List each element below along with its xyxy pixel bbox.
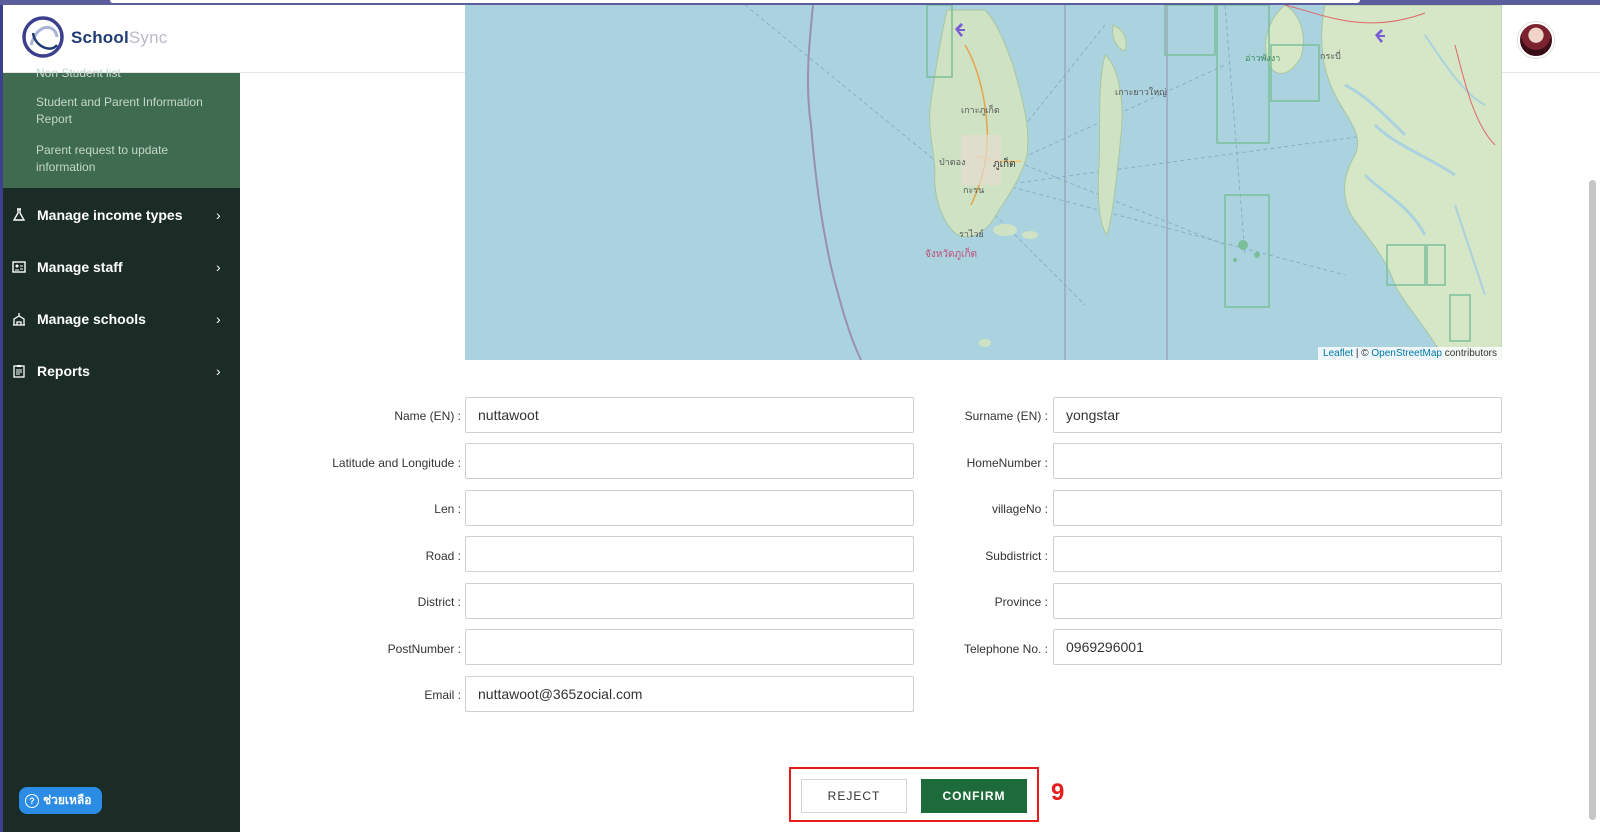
id-card-icon xyxy=(11,259,27,275)
district-label: District : xyxy=(417,595,461,609)
map-label: ราไวย์ xyxy=(959,229,984,239)
help-label: ช่วยเหลือ xyxy=(43,793,92,807)
surname-en-field[interactable]: yongstar xyxy=(1053,397,1502,433)
chevron-right-icon: › xyxy=(216,207,221,223)
subdistrict-label: Subdistrict : xyxy=(985,549,1048,563)
surname-en-label: Surname (EN) : xyxy=(964,409,1048,423)
map-label: เกาะยาวใหญ่ xyxy=(1115,87,1167,97)
reports-submenu: Non Student list Student and Parent Info… xyxy=(3,66,240,188)
map-label: ภูเก็ต xyxy=(993,159,1016,170)
len-label: Len : xyxy=(434,502,461,516)
flask-icon xyxy=(11,207,27,223)
schoolsync-logo-icon[interactable] xyxy=(21,15,65,59)
attribution-separator: | © xyxy=(1355,348,1369,359)
user-avatar[interactable] xyxy=(1518,22,1554,58)
sidebar-item-label: Manage schools xyxy=(37,311,146,327)
telephone-label: Telephone No. : xyxy=(963,642,1048,656)
map-label: กระบี่ xyxy=(1320,51,1341,61)
map-label: อ่าวพังงา xyxy=(1245,53,1281,63)
postnumber-field[interactable] xyxy=(465,629,914,665)
map-attribution: Leaflet | © OpenStreetMap contributors xyxy=(1318,347,1502,360)
homenumber-field[interactable] xyxy=(1053,443,1502,479)
lat-long-field[interactable] xyxy=(465,443,914,479)
brand-name: SchoolSync xyxy=(71,28,167,48)
map-label: ป่าตอง xyxy=(939,157,966,167)
chevron-right-icon: › xyxy=(216,363,221,379)
homenumber-label: HomeNumber : xyxy=(966,456,1048,470)
sidebar-item-reports[interactable]: Reports › xyxy=(3,345,240,397)
district-field[interactable] xyxy=(465,583,914,619)
map-label: เกาะภูเก็ต xyxy=(961,105,1000,115)
road-field[interactable] xyxy=(465,536,914,572)
email-field[interactable]: nuttawoot@365zocial.com xyxy=(465,676,914,712)
sidebar: Non Student list Student and Parent Info… xyxy=(3,66,240,832)
reject-button[interactable]: REJECT xyxy=(801,779,907,813)
clipboard-icon xyxy=(11,363,27,379)
location-map[interactable]: เกาะภูเก็ต ภูเก็ต จังหวัดภูเก็ต ราไวย์ ป… xyxy=(465,5,1502,360)
submenu-item-non-student-list[interactable]: Non Student list xyxy=(36,65,221,79)
map-label: กะรน xyxy=(963,185,985,195)
name-en-label: Name (EN) : xyxy=(394,409,461,423)
submenu-item-parent-update-request[interactable]: Parent request to update information xyxy=(36,142,221,176)
province-label: Province : xyxy=(994,595,1048,609)
postnumber-label: PostNumber : xyxy=(387,642,461,656)
telephone-field[interactable]: 0969296001 xyxy=(1053,629,1502,665)
sidebar-item-label: Manage staff xyxy=(37,259,123,275)
step-number-annotation: 9 xyxy=(1051,779,1065,806)
villageno-label: villageNo : xyxy=(991,502,1048,516)
map-label: จังหวัดภูเก็ต xyxy=(925,249,978,260)
page-scrollbar[interactable] xyxy=(1589,180,1596,820)
chevron-right-icon: › xyxy=(216,311,221,327)
email-label: Email : xyxy=(424,688,461,702)
sidebar-item-manage-staff[interactable]: Manage staff › xyxy=(3,241,240,293)
attribution-tail: contributors xyxy=(1444,348,1497,359)
chevron-right-icon: › xyxy=(216,259,221,275)
help-button[interactable]: ? ช่วยเหลือ xyxy=(19,787,102,814)
lat-long-label: Latitude and Longitude : xyxy=(332,456,461,470)
sidebar-item-manage-income-types[interactable]: Manage income types › xyxy=(3,189,240,241)
sidebar-item-label: Manage income types xyxy=(37,207,183,223)
brand-sub: Sync xyxy=(128,28,168,47)
leaflet-link[interactable]: Leaflet xyxy=(1323,348,1353,359)
subdistrict-field[interactable] xyxy=(1053,536,1502,572)
brand-main: School xyxy=(71,28,129,47)
villageno-field[interactable] xyxy=(1053,490,1502,526)
openstreetmap-link[interactable]: OpenStreetMap xyxy=(1371,348,1442,359)
sidebar-item-manage-schools[interactable]: Manage schools › xyxy=(3,293,240,345)
sidebar-item-label: Reports xyxy=(37,363,90,379)
school-icon xyxy=(11,311,27,327)
confirm-button[interactable]: CONFIRM xyxy=(921,779,1027,813)
len-field[interactable] xyxy=(465,490,914,526)
road-label: Road : xyxy=(425,549,461,563)
question-icon: ? xyxy=(25,793,39,808)
province-field[interactable] xyxy=(1053,583,1502,619)
name-en-field[interactable]: nuttawoot xyxy=(465,397,914,433)
submenu-item-student-parent-report[interactable]: Student and Parent Information Report xyxy=(36,94,221,128)
